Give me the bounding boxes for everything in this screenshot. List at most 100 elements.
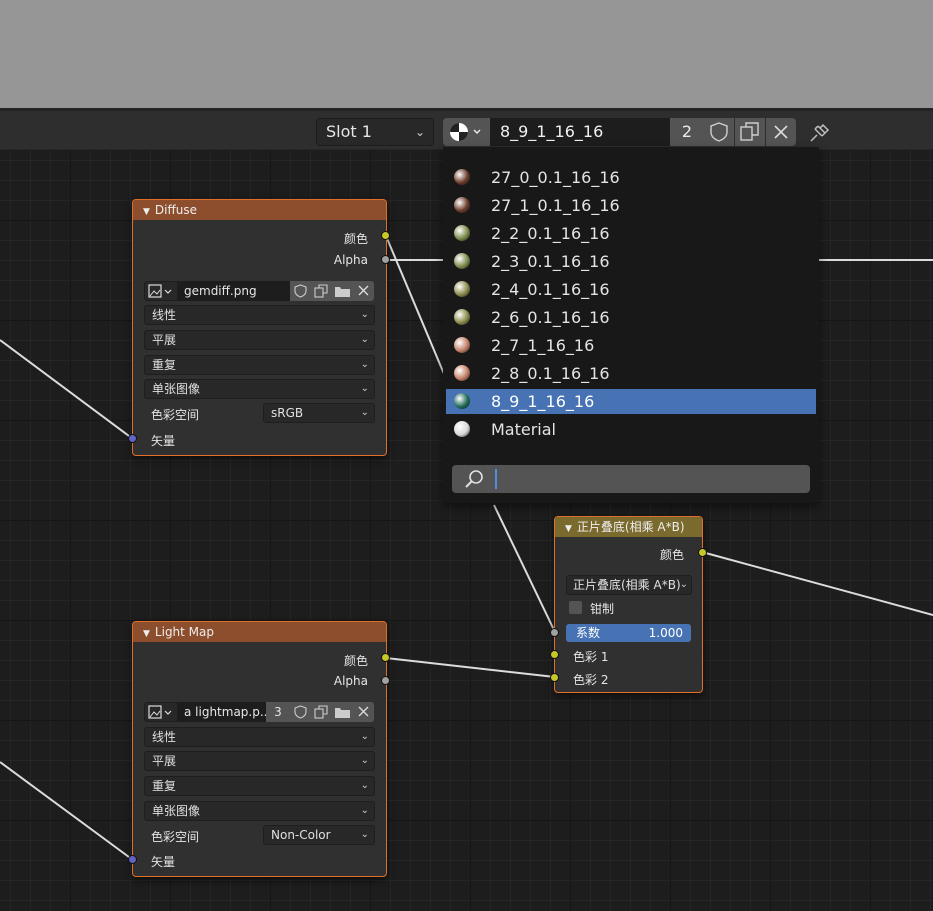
duplicate-material-button[interactable] (735, 118, 765, 146)
source-value: 单张图像 (152, 382, 201, 396)
material-list-item-label: 2_7_1_16_16 (491, 336, 595, 355)
output-color-label: 颜色 (343, 232, 368, 246)
input-vector-socket[interactable] (128, 434, 137, 443)
extension-dropdown[interactable]: 重复 ⌄ (144, 776, 375, 796)
image-icon (148, 284, 172, 298)
output-alpha-socket[interactable] (381, 676, 390, 685)
material-list-item[interactable]: 2_2_0.1_16_16 (446, 221, 816, 246)
node-header[interactable]: ▼ Diffuse (133, 200, 386, 220)
projection-value: 平展 (152, 754, 177, 768)
output-color-socket[interactable] (381, 653, 390, 662)
input-factor-socket[interactable] (550, 628, 559, 637)
colorspace-dropdown[interactable]: Non-Color ⌄ (263, 825, 375, 845)
node-header[interactable]: ▼ 正片叠底(相乘 A*B) (555, 517, 702, 537)
material-preview-icon (454, 281, 470, 297)
shield-icon (294, 705, 307, 719)
duplicate-icon (314, 284, 328, 298)
clamp-checkbox[interactable] (569, 601, 582, 614)
material-list-item[interactable]: 8_9_1_16_16 (446, 389, 816, 414)
open-image-button[interactable] (332, 281, 353, 301)
image-browse-button[interactable] (144, 702, 178, 722)
image-name-field[interactable]: a lightmap.p.. (178, 702, 266, 722)
node-mix-multiply[interactable]: ▼ 正片叠底(相乘 A*B) 颜色 正片叠底(相乘 A*B) ⌄ 钳制 系数 1.0… (554, 516, 703, 693)
input-color1-label: 色彩 1 (573, 650, 609, 664)
material-list-item[interactable]: 2_6_0.1_16_16 (446, 305, 816, 330)
input-vector-socket[interactable] (128, 855, 137, 864)
material-list-item-label: Material (491, 420, 556, 439)
interpolation-value: 线性 (152, 308, 177, 322)
fake-user-button[interactable] (704, 118, 734, 146)
colorspace-dropdown[interactable]: sRGB ⌄ (263, 403, 375, 423)
interpolation-dropdown[interactable]: 线性 ⌄ (144, 305, 375, 325)
browse-material-button[interactable] (443, 118, 490, 146)
collapse-triangle-icon[interactable]: ▼ (143, 629, 150, 639)
material-sphere-icon (450, 123, 481, 141)
material-list-item[interactable]: 2_3_0.1_16_16 (446, 249, 816, 274)
3d-viewport-area[interactable] (0, 0, 933, 108)
pin-button[interactable] (803, 118, 833, 146)
blend-mode-dropdown[interactable]: 正片叠底(相乘 A*B) ⌄ (566, 575, 692, 595)
material-list-item[interactable]: 27_1_0.1_16_16 (446, 193, 816, 218)
material-preview-icon (454, 225, 470, 241)
projection-dropdown[interactable]: 平展 ⌄ (144, 751, 375, 771)
unlink-material-button[interactable] (766, 118, 796, 146)
material-list-item[interactable]: 27_0_0.1_16_16 (446, 165, 816, 190)
interpolation-dropdown[interactable]: 线性 ⌄ (144, 727, 375, 747)
material-list-item[interactable]: 2_8_0.1_16_16 (446, 361, 816, 386)
text-caret (495, 469, 497, 489)
collapse-triangle-icon[interactable]: ▼ (565, 524, 572, 534)
image-name-field[interactable]: gemdiff.png (178, 281, 290, 301)
node-header[interactable]: ▼ Light Map (133, 622, 386, 642)
collapse-triangle-icon[interactable]: ▼ (143, 207, 150, 217)
chevron-down-icon: ⌄ (360, 755, 369, 766)
fake-user-button[interactable] (290, 702, 311, 722)
image-icon (148, 705, 172, 719)
factor-slider[interactable]: 系数 1.000 (566, 624, 691, 642)
chevron-down-icon: ⌄ (360, 780, 369, 791)
image-user-count[interactable]: 3 (266, 702, 290, 722)
output-alpha-socket[interactable] (381, 255, 390, 264)
extension-dropdown[interactable]: 重复 ⌄ (144, 355, 375, 375)
unlink-image-button[interactable] (353, 281, 374, 301)
colorspace-label: 色彩空间 (151, 408, 200, 422)
node-diffuse[interactable]: ▼ Diffuse 颜色 Alpha gemdiff.png 线性 ⌄ 平展 ⌄ 重复… (132, 199, 387, 456)
unlink-image-button[interactable] (353, 702, 374, 722)
extension-value: 重复 (152, 779, 177, 793)
slot-dropdown[interactable]: Slot 1 ⌄ (316, 118, 434, 146)
material-list-item[interactable]: Material (446, 417, 816, 442)
source-dropdown[interactable]: 单张图像 ⌄ (144, 801, 375, 821)
material-list-item[interactable]: 2_7_1_16_16 (446, 333, 816, 358)
shield-icon (294, 284, 307, 298)
material-list-item[interactable]: 2_4_0.1_16_16 (446, 277, 816, 302)
material-preview-icon (454, 421, 470, 437)
chevron-down-icon: ⌄ (360, 309, 369, 320)
output-color-socket[interactable] (381, 231, 390, 240)
output-color-socket[interactable] (698, 548, 707, 557)
chevron-down-icon: ⌄ (360, 805, 369, 816)
pin-icon (810, 123, 830, 142)
open-image-button[interactable] (332, 702, 353, 722)
material-user-count[interactable]: 2 (670, 118, 704, 146)
clamp-label: 钳制 (590, 602, 615, 616)
chevron-down-icon: ⌄ (360, 829, 369, 840)
node-title: Light Map (154, 625, 215, 639)
duplicate-image-button[interactable] (311, 281, 332, 301)
extension-value: 重复 (152, 358, 177, 372)
projection-dropdown[interactable]: 平展 ⌄ (144, 330, 375, 350)
material-list-item-label: 27_0_0.1_16_16 (491, 168, 620, 187)
source-dropdown[interactable]: 单张图像 ⌄ (144, 379, 375, 399)
duplicate-image-button[interactable] (311, 702, 332, 722)
material-preview-icon (454, 197, 470, 213)
material-name-field[interactable]: 8_9_1_16_16 (490, 118, 670, 146)
material-preview-icon (454, 393, 470, 409)
fake-user-button[interactable] (290, 281, 311, 301)
chevron-down-icon: ⌄ (414, 125, 425, 139)
image-browse-button[interactable] (144, 281, 178, 301)
material-list-item-label: 2_4_0.1_16_16 (491, 280, 610, 299)
input-color2-socket[interactable] (550, 673, 559, 682)
node-title: Diffuse (154, 203, 198, 217)
input-color1-socket[interactable] (550, 650, 559, 659)
node-light-map[interactable]: ▼ Light Map 颜色 Alpha a lightmap.p.. 3 线性 ⌄… (132, 621, 387, 877)
output-alpha-label: Alpha (333, 674, 368, 688)
material-search-input[interactable] (452, 465, 810, 493)
